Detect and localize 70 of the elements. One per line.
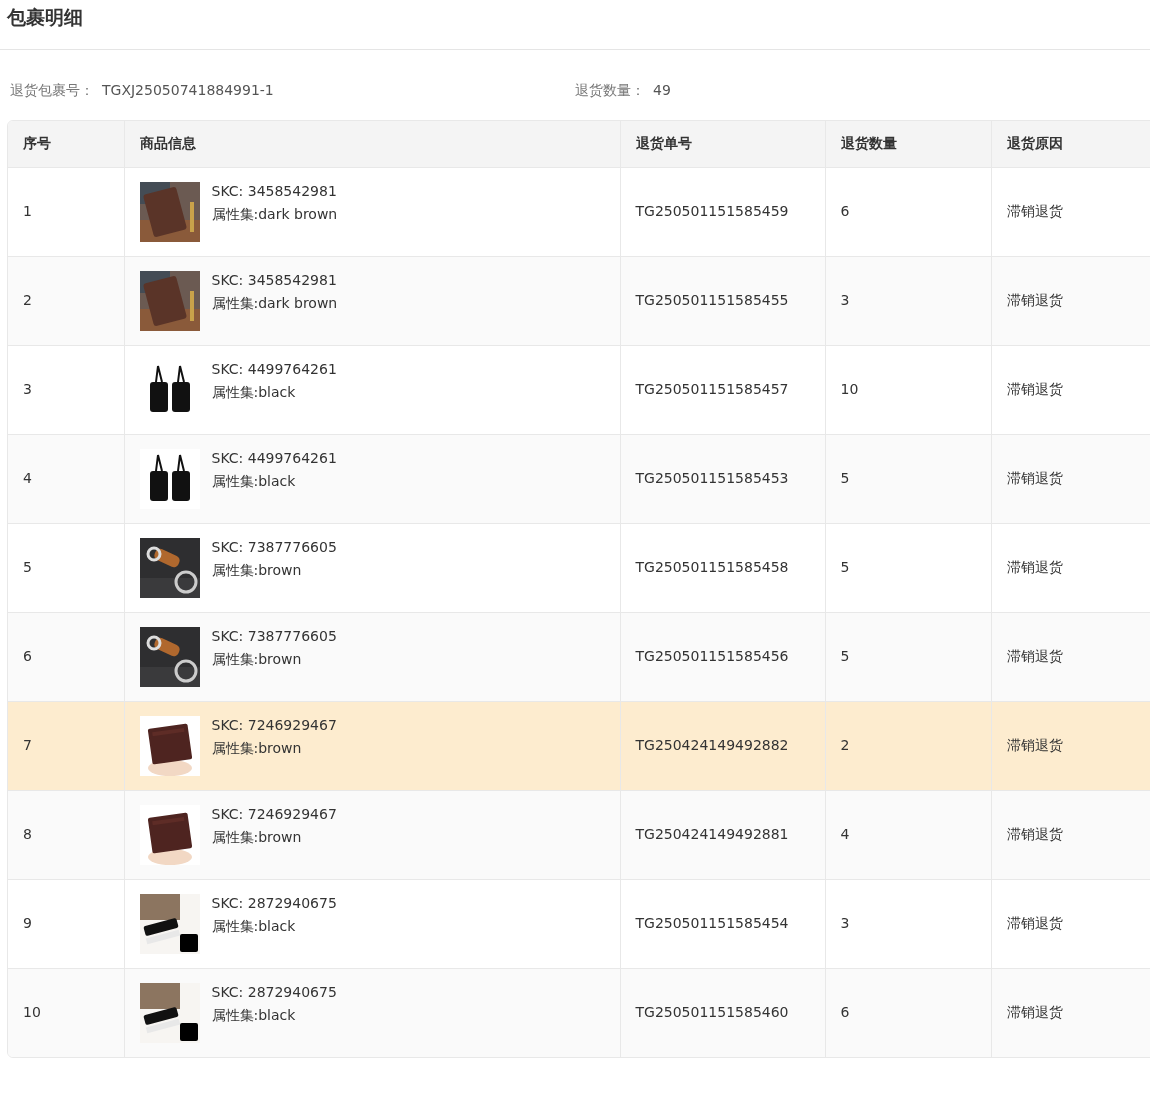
column-header: 商品信息 xyxy=(124,121,620,167)
product-attributes: 属性集:brown xyxy=(211,827,303,847)
table-cell: 3 xyxy=(840,292,850,308)
table-cell: 3 xyxy=(23,381,32,397)
table-cell: 4 xyxy=(23,470,32,486)
table-cell: 滞销退货 xyxy=(1006,381,1063,397)
table-cell: TG250501151585455 xyxy=(635,292,789,308)
product-skc: SKC: 7246929467 xyxy=(211,715,337,735)
column-header: 退货数量 xyxy=(825,121,991,167)
table-cell: 滞销退货 xyxy=(1006,470,1063,486)
table-cell: 3 xyxy=(840,915,850,931)
product-skc: SKC: 7387776605 xyxy=(211,537,337,557)
product-attributes: 属性集:brown xyxy=(211,560,303,580)
table-cell: 5 xyxy=(840,559,850,575)
table-cell: 5 xyxy=(840,470,850,486)
field-label: 退货数量： xyxy=(575,82,645,98)
table-cell: 滞销退货 xyxy=(1006,203,1063,219)
table-cell: 10 xyxy=(23,1004,41,1021)
product-attributes: 属性集:dark brown xyxy=(211,204,338,224)
column-header: 序号 xyxy=(8,121,124,167)
product-attributes: 属性集:dark brown xyxy=(211,293,338,313)
table-cell: 2 xyxy=(840,737,850,753)
table-cell: 6 xyxy=(840,203,850,219)
table-cell: 2 xyxy=(23,292,32,308)
table-cell: 5 xyxy=(840,648,850,664)
table-cell: 1 xyxy=(23,203,32,219)
product-attributes: 属性集:brown xyxy=(211,649,303,669)
field-value: 49 xyxy=(653,82,671,98)
field-label: 退货包裹号： xyxy=(10,82,94,98)
table-cell: 9 xyxy=(23,915,32,931)
table-cell: 5 xyxy=(23,559,32,575)
table-cell: 滞销退货 xyxy=(1006,648,1063,664)
table-cell: TG250501151585453 xyxy=(635,470,789,486)
product-skc: SKC: 3458542981 xyxy=(211,181,338,201)
product-skc: SKC: 4499764261 xyxy=(211,448,337,468)
table-cell: TG250501151585456 xyxy=(635,648,789,664)
table-cell: 6 xyxy=(840,1004,850,1021)
column-header: 退货原因 xyxy=(991,121,1150,167)
table-cell: TG250424149492882 xyxy=(635,737,789,753)
product-attributes: 属性集:black xyxy=(211,471,297,491)
table-cell: 滞销退货 xyxy=(1006,559,1063,575)
product-skc: SKC: 2872940675 xyxy=(211,893,337,913)
product-skc: SKC: 2872940675 xyxy=(211,982,337,1002)
table-cell: 6 xyxy=(23,648,32,664)
table-cell: TG250501151585454 xyxy=(635,915,789,931)
table-cell: TG250501151585457 xyxy=(635,381,789,397)
table-cell: 8 xyxy=(23,826,32,842)
product-attributes: 属性集:black xyxy=(211,382,297,402)
table-cell: 滞销退货 xyxy=(1006,292,1063,308)
table-cell: 滞销退货 xyxy=(1006,915,1063,931)
table-cell: 滞销退货 xyxy=(1006,737,1063,753)
table-cell: 滞销退货 xyxy=(1006,1004,1063,1021)
page-title: 包裹明细 xyxy=(0,0,1150,50)
table-cell: 7 xyxy=(23,737,32,753)
field-value: TGXJ25050741884991-1 xyxy=(102,82,274,98)
product-skc: SKC: 3458542981 xyxy=(211,270,338,290)
table-cell: TG250501151585459 xyxy=(635,203,789,219)
table-cell: TG250501151585458 xyxy=(635,559,789,575)
product-skc: SKC: 7246929467 xyxy=(211,804,337,824)
table-cell: 10 xyxy=(840,381,859,397)
table-cell: TG250501151585460 xyxy=(635,1004,789,1021)
product-skc: SKC: 7387776605 xyxy=(211,626,337,646)
product-attributes: 属性集:black xyxy=(211,916,297,936)
table-cell: TG250424149492881 xyxy=(635,826,789,842)
product-attributes: 属性集:black xyxy=(211,1005,297,1025)
column-header: 退货单号 xyxy=(620,121,825,167)
product-attributes: 属性集:brown xyxy=(211,738,303,758)
table-cell: 滞销退货 xyxy=(1006,826,1063,842)
table-cell: 4 xyxy=(840,826,850,842)
product-skc: SKC: 4499764261 xyxy=(211,359,337,379)
